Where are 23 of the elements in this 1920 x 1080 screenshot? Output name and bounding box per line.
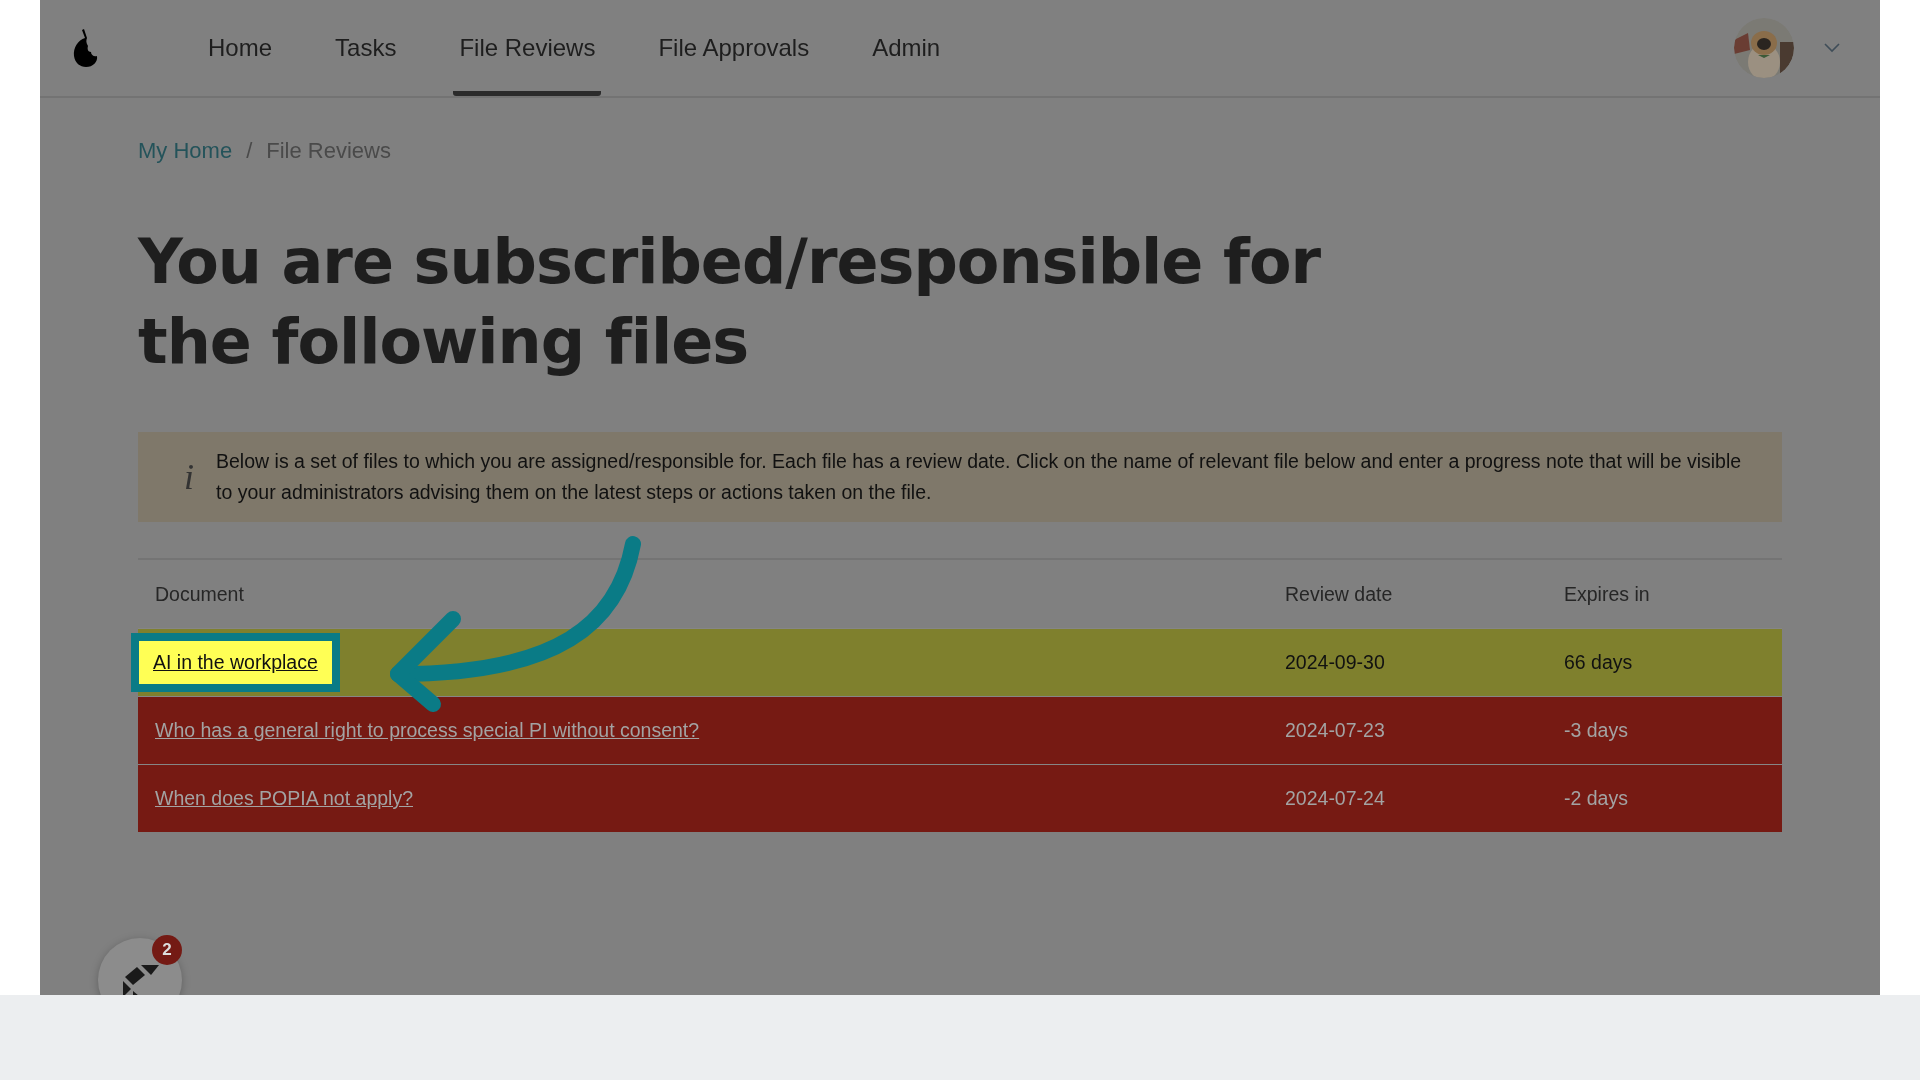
- nav-tab[interactable]: Tasks: [329, 0, 403, 96]
- column-header: Document: [154, 582, 245, 606]
- table-cell-text: 2024-07-23: [1285, 719, 1386, 742]
- breadcrumb-link[interactable]: My Home: [138, 138, 233, 164]
- document-link[interactable]: Who has a general right to process special PI without consent?: [155, 719, 700, 742]
- table-cell-text: 2024-07-24: [1285, 787, 1386, 810]
- document-link[interactable]: When does POPIA not apply?: [155, 787, 413, 810]
- nav-tab[interactable]: File Approvals: [652, 0, 816, 96]
- nav-tab[interactable]: Home: [202, 0, 279, 96]
- info-icon: i: [184, 456, 194, 498]
- nav-tab[interactable]: Admin: [866, 0, 947, 96]
- nav-tab[interactable]: File Reviews: [453, 0, 602, 96]
- column-header: Review date: [1285, 582, 1394, 606]
- document-link[interactable]: AI in the workplace: [131, 633, 340, 692]
- column-header: Expires in: [1564, 582, 1651, 606]
- table-cell-text: -2 days: [1564, 787, 1629, 810]
- notification-badge: 2: [152, 935, 182, 965]
- table-cell-text: 2024-09-30: [1285, 651, 1386, 674]
- table-cell-text: -3 days: [1564, 719, 1629, 742]
- page-heading: You are subscribed/responsible for the following files: [138, 224, 1322, 380]
- table-cell-text: 66 days: [1564, 651, 1634, 674]
- breadcrumb-separator: /: [246, 138, 253, 164]
- info-text: Below is a set of files to which you are assigned/responsible for. Each file has a review date. Click on the name of relevant file below and enter a progress note that will be visible to your administrators advising them on the latest steps or actions taken on the file.: [216, 449, 1742, 505]
